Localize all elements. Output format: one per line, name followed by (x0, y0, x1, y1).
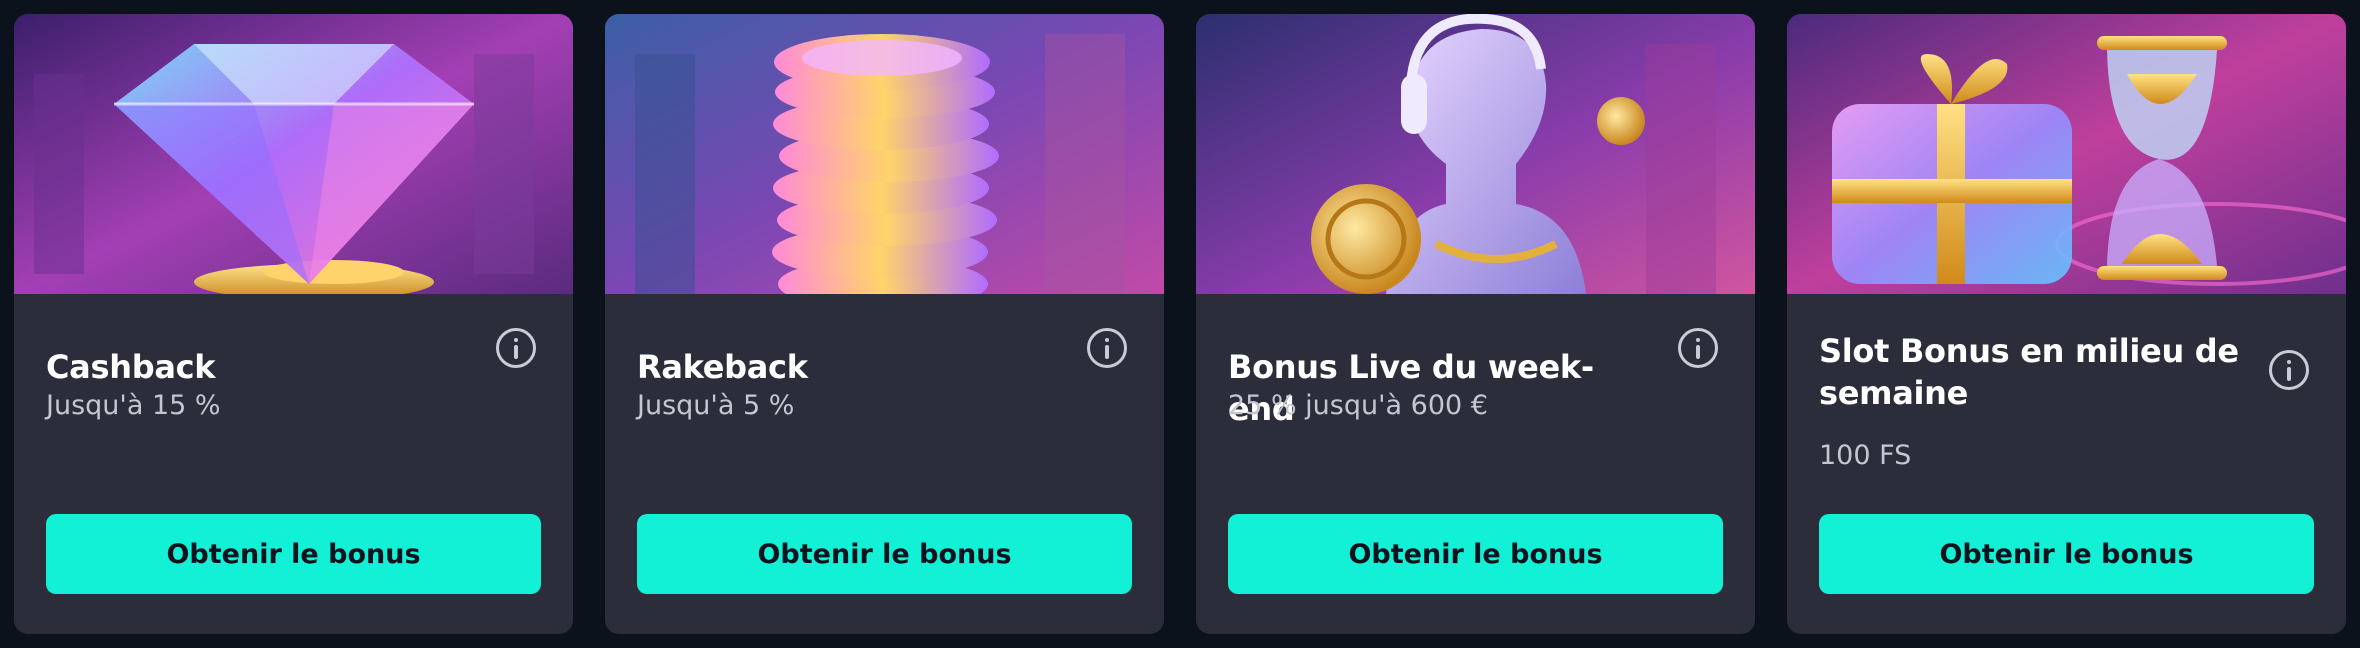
get-bonus-button[interactable]: Obtenir le bonus (46, 514, 541, 594)
rakeback-artwork (605, 14, 1164, 294)
info-icon[interactable] (1678, 328, 1718, 368)
card-subtitle: Jusqu'à 15 % (46, 390, 221, 421)
card-title: Rakeback (637, 348, 808, 386)
bonus-card-rakeback: Rakeback Jusqu'à 5 % Obtenir le bonus (605, 14, 1164, 634)
card-subtitle: Jusqu'à 5 % (637, 390, 795, 421)
card-body: Rakeback Jusqu'à 5 % Obtenir le bonus (605, 294, 1164, 634)
card-body: Cashback Jusqu'à 15 % Obtenir le bonus (14, 294, 573, 634)
get-bonus-button[interactable]: Obtenir le bonus (1819, 514, 2314, 594)
get-bonus-button[interactable]: Obtenir le bonus (1228, 514, 1723, 594)
card-body: Bonus Live du week-end 25 % jusqu'à 600 … (1196, 294, 1755, 634)
info-icon[interactable] (2269, 350, 2309, 390)
info-icon[interactable] (496, 328, 536, 368)
card-title: Slot Bonus en milieu de semaine (1819, 332, 2239, 412)
bonus-card-cashback: Cashback Jusqu'à 15 % Obtenir le bonus (14, 14, 573, 634)
info-icon[interactable] (1087, 328, 1127, 368)
get-bonus-button[interactable]: Obtenir le bonus (637, 514, 1132, 594)
card-title: Cashback (46, 348, 216, 386)
bonus-card-row: Cashback Jusqu'à 15 % Obtenir le bonus R… (0, 0, 2360, 648)
bonus-card-midweek-slot: Slot Bonus en milieu de semaine 100 FS O… (1787, 14, 2346, 634)
coin-stack (772, 34, 999, 294)
bonus-card-weekend-live: Bonus Live du week-end 25 % jusqu'à 600 … (1196, 14, 1755, 634)
weekend-live-artwork (1196, 14, 1755, 294)
card-subtitle: 100 FS (1819, 440, 1912, 471)
card-subtitle: 25 % jusqu'à 600 € (1228, 390, 1488, 421)
cashback-artwork (14, 14, 573, 294)
midweek-slot-artwork (1787, 14, 2346, 294)
card-body: Slot Bonus en milieu de semaine 100 FS O… (1787, 294, 2346, 634)
